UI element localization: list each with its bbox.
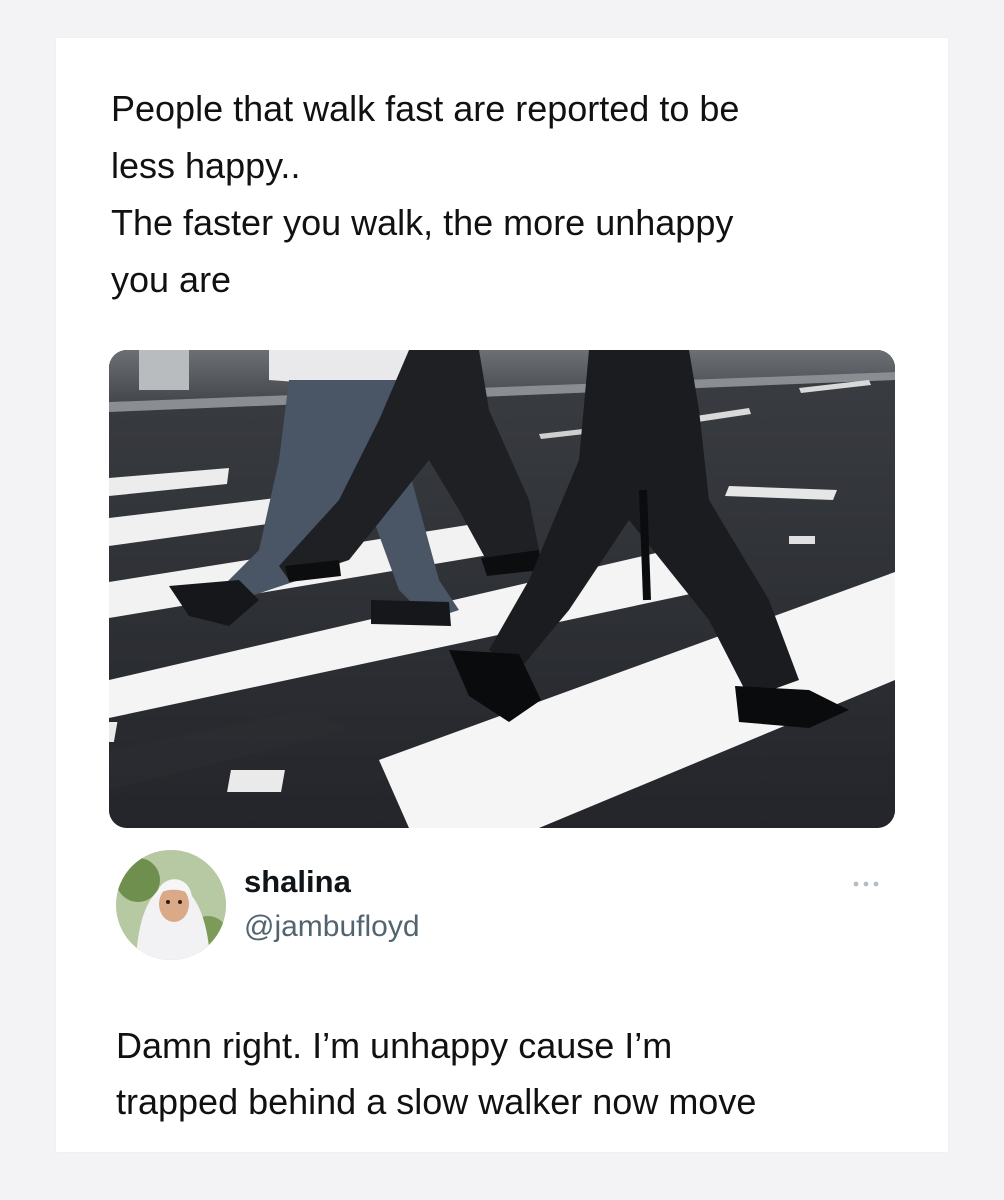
quoted-line-1: People that walk fast are reported to be (111, 88, 740, 129)
quoted-line-2: less happy.. (111, 145, 301, 186)
post-card: People that walk fast are reported to be… (56, 38, 948, 1152)
user-avatar[interactable] (116, 850, 226, 960)
post-photo[interactable] (109, 350, 895, 828)
quoted-line-4: you are (111, 259, 232, 300)
reply-author-row: shalina @jambufloyd (116, 850, 896, 962)
more-horizontal-icon (853, 881, 879, 887)
author-handle[interactable]: @jambufloyd (244, 910, 420, 944)
quoted-line-3: The faster you walk, the more unhappy (111, 202, 734, 243)
crosswalk-photo-illustration (109, 350, 895, 828)
reply-post-text: Damn right. I’m unhappy cause I’m trappe… (116, 1018, 896, 1130)
avatar-portrait-icon (116, 850, 226, 960)
reply-line-1: Damn right. I’m unhappy cause I’m (116, 1025, 673, 1066)
screenshot-page: People that walk fast are reported to be… (0, 0, 1004, 1200)
author-display-name[interactable]: shalina (244, 864, 351, 900)
quoted-post-text: People that walk fast are reported to be… (111, 80, 901, 308)
reply-line-2: trapped behind a slow walker now move (116, 1081, 757, 1122)
more-options-button[interactable] (846, 874, 886, 894)
